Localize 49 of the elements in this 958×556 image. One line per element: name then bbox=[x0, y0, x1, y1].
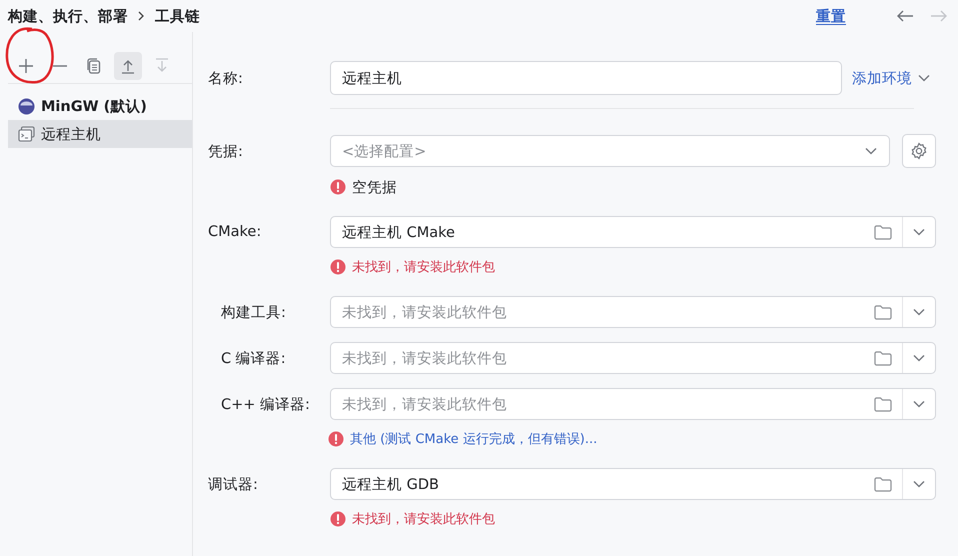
caret-icon bbox=[865, 147, 877, 155]
toolchain-item[interactable]: 远程主机 bbox=[8, 120, 192, 148]
folder-icon bbox=[874, 224, 892, 240]
toolchain-item[interactable]: MinGW (默认) bbox=[8, 92, 192, 120]
field-label: 构建工具: bbox=[220, 304, 287, 322]
error-text: 未找到，请安装此软件包 bbox=[352, 511, 495, 528]
caret-icon bbox=[913, 400, 925, 408]
field-label: 凭据: bbox=[208, 142, 244, 160]
arrow-up-icon bbox=[120, 58, 136, 74]
field-label: 调试器: bbox=[208, 476, 259, 494]
caret-icon bbox=[913, 228, 925, 236]
field-label: C 编译器: bbox=[220, 350, 287, 368]
path-field[interactable]: 远程主机 GDB bbox=[330, 468, 936, 500]
plus-icon bbox=[18, 58, 34, 74]
folder-icon bbox=[874, 350, 892, 366]
field-label: 名称: bbox=[208, 70, 244, 88]
move-up-button[interactable] bbox=[114, 52, 142, 80]
folder-icon bbox=[874, 396, 892, 412]
error-icon bbox=[328, 431, 344, 447]
copy-icon bbox=[86, 58, 102, 74]
folder-icon bbox=[874, 476, 892, 492]
error-icon bbox=[330, 511, 346, 527]
error-icon bbox=[330, 179, 346, 195]
warning-text: 空凭据 bbox=[352, 178, 397, 196]
folder-icon bbox=[874, 304, 892, 320]
caret-icon bbox=[913, 480, 925, 488]
settings-button[interactable] bbox=[902, 134, 936, 168]
error-icon bbox=[330, 259, 346, 275]
arrow-down-icon bbox=[154, 58, 170, 74]
path-field[interactable]: 远程主机 CMake bbox=[330, 216, 936, 248]
details-link[interactable]: 其他 (测试 CMake 运行完成，但有错误)... bbox=[350, 430, 598, 448]
caret-icon bbox=[913, 308, 925, 316]
add-environment-link[interactable]: 添加环境 bbox=[852, 68, 936, 88]
arrow-right-icon bbox=[930, 9, 948, 23]
terminal-icon bbox=[18, 126, 35, 142]
minus-icon bbox=[52, 65, 68, 67]
chevron-right-icon bbox=[138, 11, 145, 21]
gnu-logo-icon bbox=[18, 98, 35, 114]
arrow-left-icon bbox=[896, 9, 914, 23]
breadcrumb-item[interactable]: 工具链 bbox=[155, 6, 200, 26]
caret-icon bbox=[918, 74, 930, 82]
error-text: 未找到，请安装此软件包 bbox=[352, 259, 495, 276]
reset-link[interactable]: 重置 bbox=[816, 6, 846, 26]
field-label: CMake: bbox=[208, 224, 262, 240]
field-label: C++ 编译器: bbox=[220, 396, 311, 414]
breadcrumb-item[interactable]: 构建、执行、部署 bbox=[8, 6, 128, 26]
text-field[interactable]: 远程主机 bbox=[330, 61, 842, 95]
caret-icon bbox=[913, 354, 925, 362]
settings-icon bbox=[910, 142, 928, 160]
